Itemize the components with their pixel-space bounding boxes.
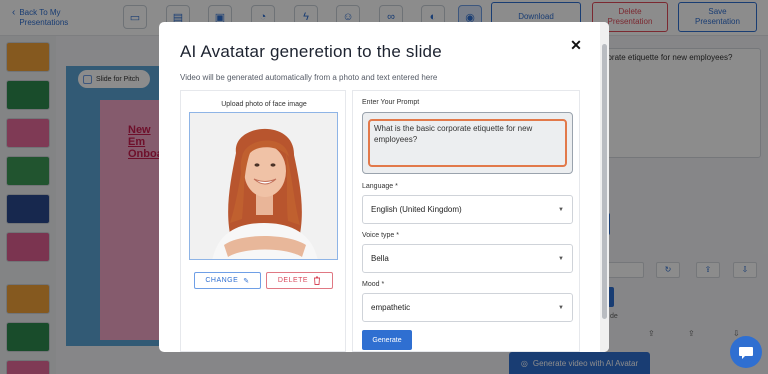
modal-title: AI Avatatar generetion to the slide bbox=[180, 42, 442, 61]
chat-icon[interactable] bbox=[730, 336, 762, 368]
delete-photo-button[interactable]: DELETE bbox=[266, 272, 333, 289]
modal-scrollbar[interactable] bbox=[600, 22, 609, 352]
face-photo-illustration bbox=[190, 113, 337, 259]
prompt-textarea[interactable]: What is the basic corporate etiquette fo… bbox=[368, 119, 567, 167]
language-label: Language * bbox=[362, 183, 398, 190]
chevron-down-icon: ▼ bbox=[558, 206, 564, 213]
scrollbar-thumb[interactable] bbox=[602, 44, 607, 319]
change-photo-button[interactable]: CHANGE ✎ bbox=[194, 272, 261, 289]
generate-label: Generate bbox=[372, 336, 402, 344]
language-value: English (United Kingdom) bbox=[371, 205, 462, 214]
pencil-icon: ✎ bbox=[243, 277, 250, 285]
trash-icon bbox=[314, 276, 321, 285]
chat-bubble-icon bbox=[739, 347, 753, 359]
mood-select[interactable]: empathetic ▼ bbox=[362, 293, 573, 322]
face-photo[interactable] bbox=[189, 112, 338, 260]
voice-type-label: Voice type * bbox=[362, 232, 399, 239]
chevron-down-icon: ▼ bbox=[558, 255, 564, 262]
generate-button[interactable]: Generate bbox=[362, 330, 412, 350]
mood-value: empathetic bbox=[371, 303, 411, 312]
language-select[interactable]: English (United Kingdom) ▼ bbox=[362, 195, 573, 224]
upload-label: Upload photo of face image bbox=[221, 101, 307, 108]
modal-subtitle: Video will be generated automatically fr… bbox=[180, 73, 438, 82]
prompt-field-wrapper: What is the basic corporate etiquette fo… bbox=[362, 112, 573, 174]
prompt-label: Enter Your Prompt bbox=[362, 99, 420, 106]
avatar-form: Enter Your Prompt What is the basic corp… bbox=[352, 90, 580, 352]
delete-label: DELETE bbox=[277, 277, 309, 284]
voice-type-value: Bella bbox=[371, 254, 389, 263]
close-icon[interactable]: ✕ bbox=[569, 38, 583, 52]
photo-upload-panel: Upload photo of face image CHANGE ✎ DELE… bbox=[180, 90, 346, 352]
chevron-down-icon: ▼ bbox=[558, 304, 564, 311]
ai-avatar-modal: AI Avatatar generetion to the slide Vide… bbox=[159, 22, 609, 352]
mood-label: Mood * bbox=[362, 281, 385, 288]
voice-type-select[interactable]: Bella ▼ bbox=[362, 244, 573, 273]
change-label: CHANGE bbox=[205, 277, 239, 284]
